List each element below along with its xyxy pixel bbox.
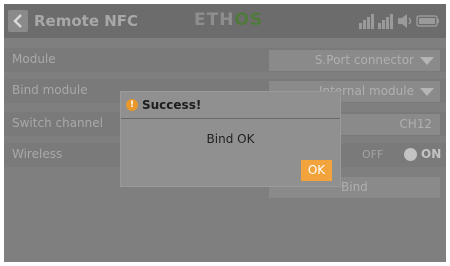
module-row: Module S.Port connector xyxy=(4,48,446,72)
chevron-down-icon xyxy=(420,88,434,96)
wireless-label: Wireless xyxy=(12,147,63,161)
module-label: Module xyxy=(12,52,56,66)
back-button[interactable] xyxy=(8,10,28,32)
success-dialog: ! Success! Bind OK OK xyxy=(120,91,341,187)
ethos-logo: ETHOS xyxy=(194,10,264,30)
bind-module-label: Bind module xyxy=(12,83,88,97)
switch-channel-label: Switch channel xyxy=(12,116,103,130)
status-icons xyxy=(359,13,441,33)
bind-button-label: Bind xyxy=(341,180,368,194)
screen: Remote NFC ETHOS Module S.Port connector… xyxy=(4,4,446,262)
toggle-knob[interactable] xyxy=(404,148,417,161)
battery-icon xyxy=(416,15,439,27)
warning-icon: ! xyxy=(126,99,138,111)
dialog-header: ! Success! xyxy=(121,92,340,119)
toggle-off-label: OFF xyxy=(362,148,384,161)
ok-button[interactable]: OK xyxy=(301,160,332,181)
dialog-message: Bind OK xyxy=(206,132,255,146)
top-bar: Remote NFC ETHOS xyxy=(4,4,446,38)
module-dropdown[interactable]: S.Port connector xyxy=(269,50,440,71)
chevron-down-icon xyxy=(420,57,434,65)
signal-icon xyxy=(378,14,393,29)
signal-icon xyxy=(359,14,374,29)
switch-channel-value: CH12 xyxy=(399,117,432,131)
dialog-title: Success! xyxy=(142,98,202,112)
module-value: S.Port connector xyxy=(314,53,414,67)
volume-icon xyxy=(398,14,412,28)
page-title: Remote NFC xyxy=(34,12,139,30)
toggle-on-label: ON xyxy=(421,147,442,161)
